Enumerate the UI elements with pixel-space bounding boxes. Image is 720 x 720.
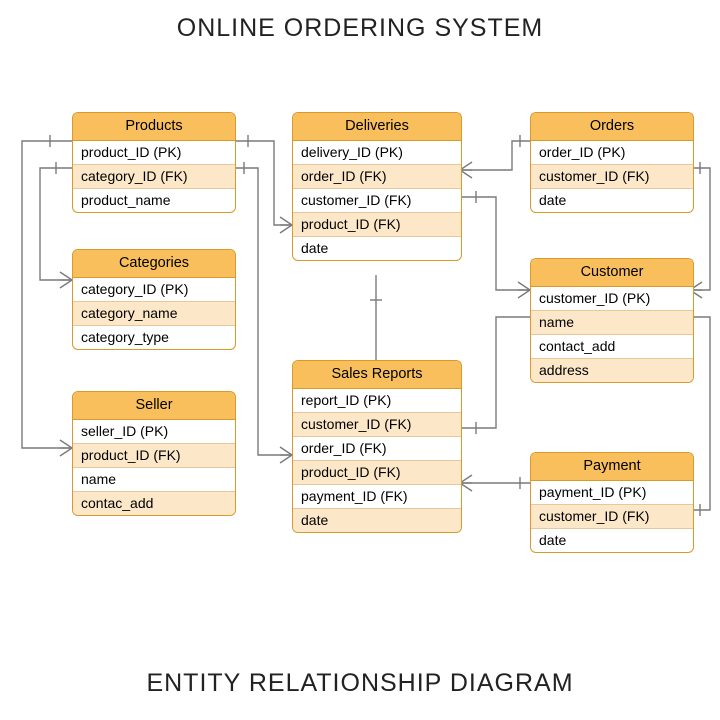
field: delivery_ID (PK): [293, 141, 461, 165]
field: product_ID (FK): [293, 461, 461, 485]
field: name: [531, 311, 693, 335]
entity-header: Orders: [531, 113, 693, 141]
field: category_name: [73, 302, 235, 326]
er-canvas: Products product_ID (PK) category_ID (FK…: [0, 0, 720, 720]
field: order_ID (PK): [531, 141, 693, 165]
field: address: [531, 359, 693, 382]
entity-header: Customer: [531, 259, 693, 287]
field: category_ID (PK): [73, 278, 235, 302]
field: report_ID (PK): [293, 389, 461, 413]
field: product_ID (FK): [73, 444, 235, 468]
field: date: [293, 237, 461, 260]
entity-products: Products product_ID (PK) category_ID (FK…: [72, 112, 236, 213]
entity-salesreports: Sales Reports report_ID (PK) customer_ID…: [292, 360, 462, 533]
field: date: [293, 509, 461, 532]
field: customer_ID (FK): [531, 505, 693, 529]
field: customer_ID (FK): [531, 165, 693, 189]
field: product_ID (PK): [73, 141, 235, 165]
entity-orders: Orders order_ID (PK) customer_ID (FK) da…: [530, 112, 694, 213]
field: name: [73, 468, 235, 492]
field: order_ID (FK): [293, 165, 461, 189]
field: payment_ID (FK): [293, 485, 461, 509]
field: category_type: [73, 326, 235, 349]
field: customer_ID (FK): [293, 413, 461, 437]
field: product_ID (FK): [293, 213, 461, 237]
entity-payment: Payment payment_ID (PK) customer_ID (FK)…: [530, 452, 694, 553]
entity-header: Payment: [531, 453, 693, 481]
field: seller_ID (PK): [73, 420, 235, 444]
entity-deliveries: Deliveries delivery_ID (PK) order_ID (FK…: [292, 112, 462, 261]
field: contact_add: [531, 335, 693, 359]
field: order_ID (FK): [293, 437, 461, 461]
field: product_name: [73, 189, 235, 212]
field: customer_ID (FK): [293, 189, 461, 213]
entity-header: Categories: [73, 250, 235, 278]
field: date: [531, 189, 693, 212]
entity-header: Seller: [73, 392, 235, 420]
entity-seller: Seller seller_ID (PK) product_ID (FK) na…: [72, 391, 236, 516]
field: contac_add: [73, 492, 235, 515]
field: date: [531, 529, 693, 552]
entity-customer: Customer customer_ID (PK) name contact_a…: [530, 258, 694, 383]
entity-header: Sales Reports: [293, 361, 461, 389]
entity-categories: Categories category_ID (PK) category_nam…: [72, 249, 236, 350]
field: customer_ID (PK): [531, 287, 693, 311]
field: payment_ID (PK): [531, 481, 693, 505]
field: category_ID (FK): [73, 165, 235, 189]
entity-header: Deliveries: [293, 113, 461, 141]
entity-header: Products: [73, 113, 235, 141]
